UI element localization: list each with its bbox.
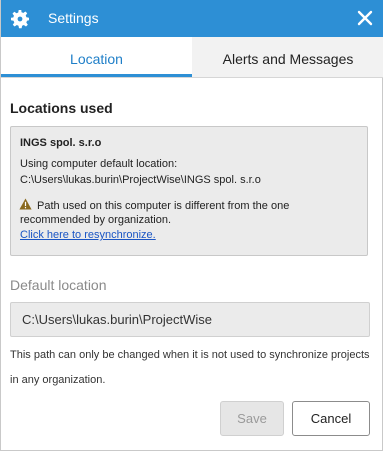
warning-message: Path used on this computer is different …: [20, 200, 290, 226]
organization-name: INGS spol. s.r.o: [20, 137, 102, 149]
default-location-help-text: This path can only be changed when it is…: [10, 349, 370, 386]
tab-alerts-and-messages[interactable]: Alerts and Messages: [192, 37, 383, 77]
gear-icon: [11, 10, 29, 29]
locations-used-heading: Locations used: [10, 100, 113, 116]
settings-dialog: Settings Location Alerts and Messages Lo…: [0, 0, 383, 451]
cancel-button[interactable]: Cancel: [292, 401, 370, 436]
close-icon[interactable]: [357, 10, 373, 26]
resynchronize-link[interactable]: Click here to resynchronize.: [20, 229, 156, 241]
using-location-label: Using computer default location:: [20, 158, 178, 170]
tab-location[interactable]: Location: [1, 37, 192, 77]
default-location-heading: Default location: [10, 277, 107, 293]
using-location-path: C:\Users\lukas.burin\ProjectWise\INGS sp…: [20, 174, 261, 186]
title-bar: Settings: [1, 0, 383, 37]
default-location-field[interactable]: C:\Users\lukas.burin\ProjectWise: [10, 302, 370, 337]
tab-bar: Location Alerts and Messages: [1, 37, 383, 78]
location-card: INGS spol. s.r.o Using computer default …: [10, 126, 368, 256]
window-title: Settings: [48, 10, 99, 26]
save-button[interactable]: Save: [220, 401, 284, 436]
